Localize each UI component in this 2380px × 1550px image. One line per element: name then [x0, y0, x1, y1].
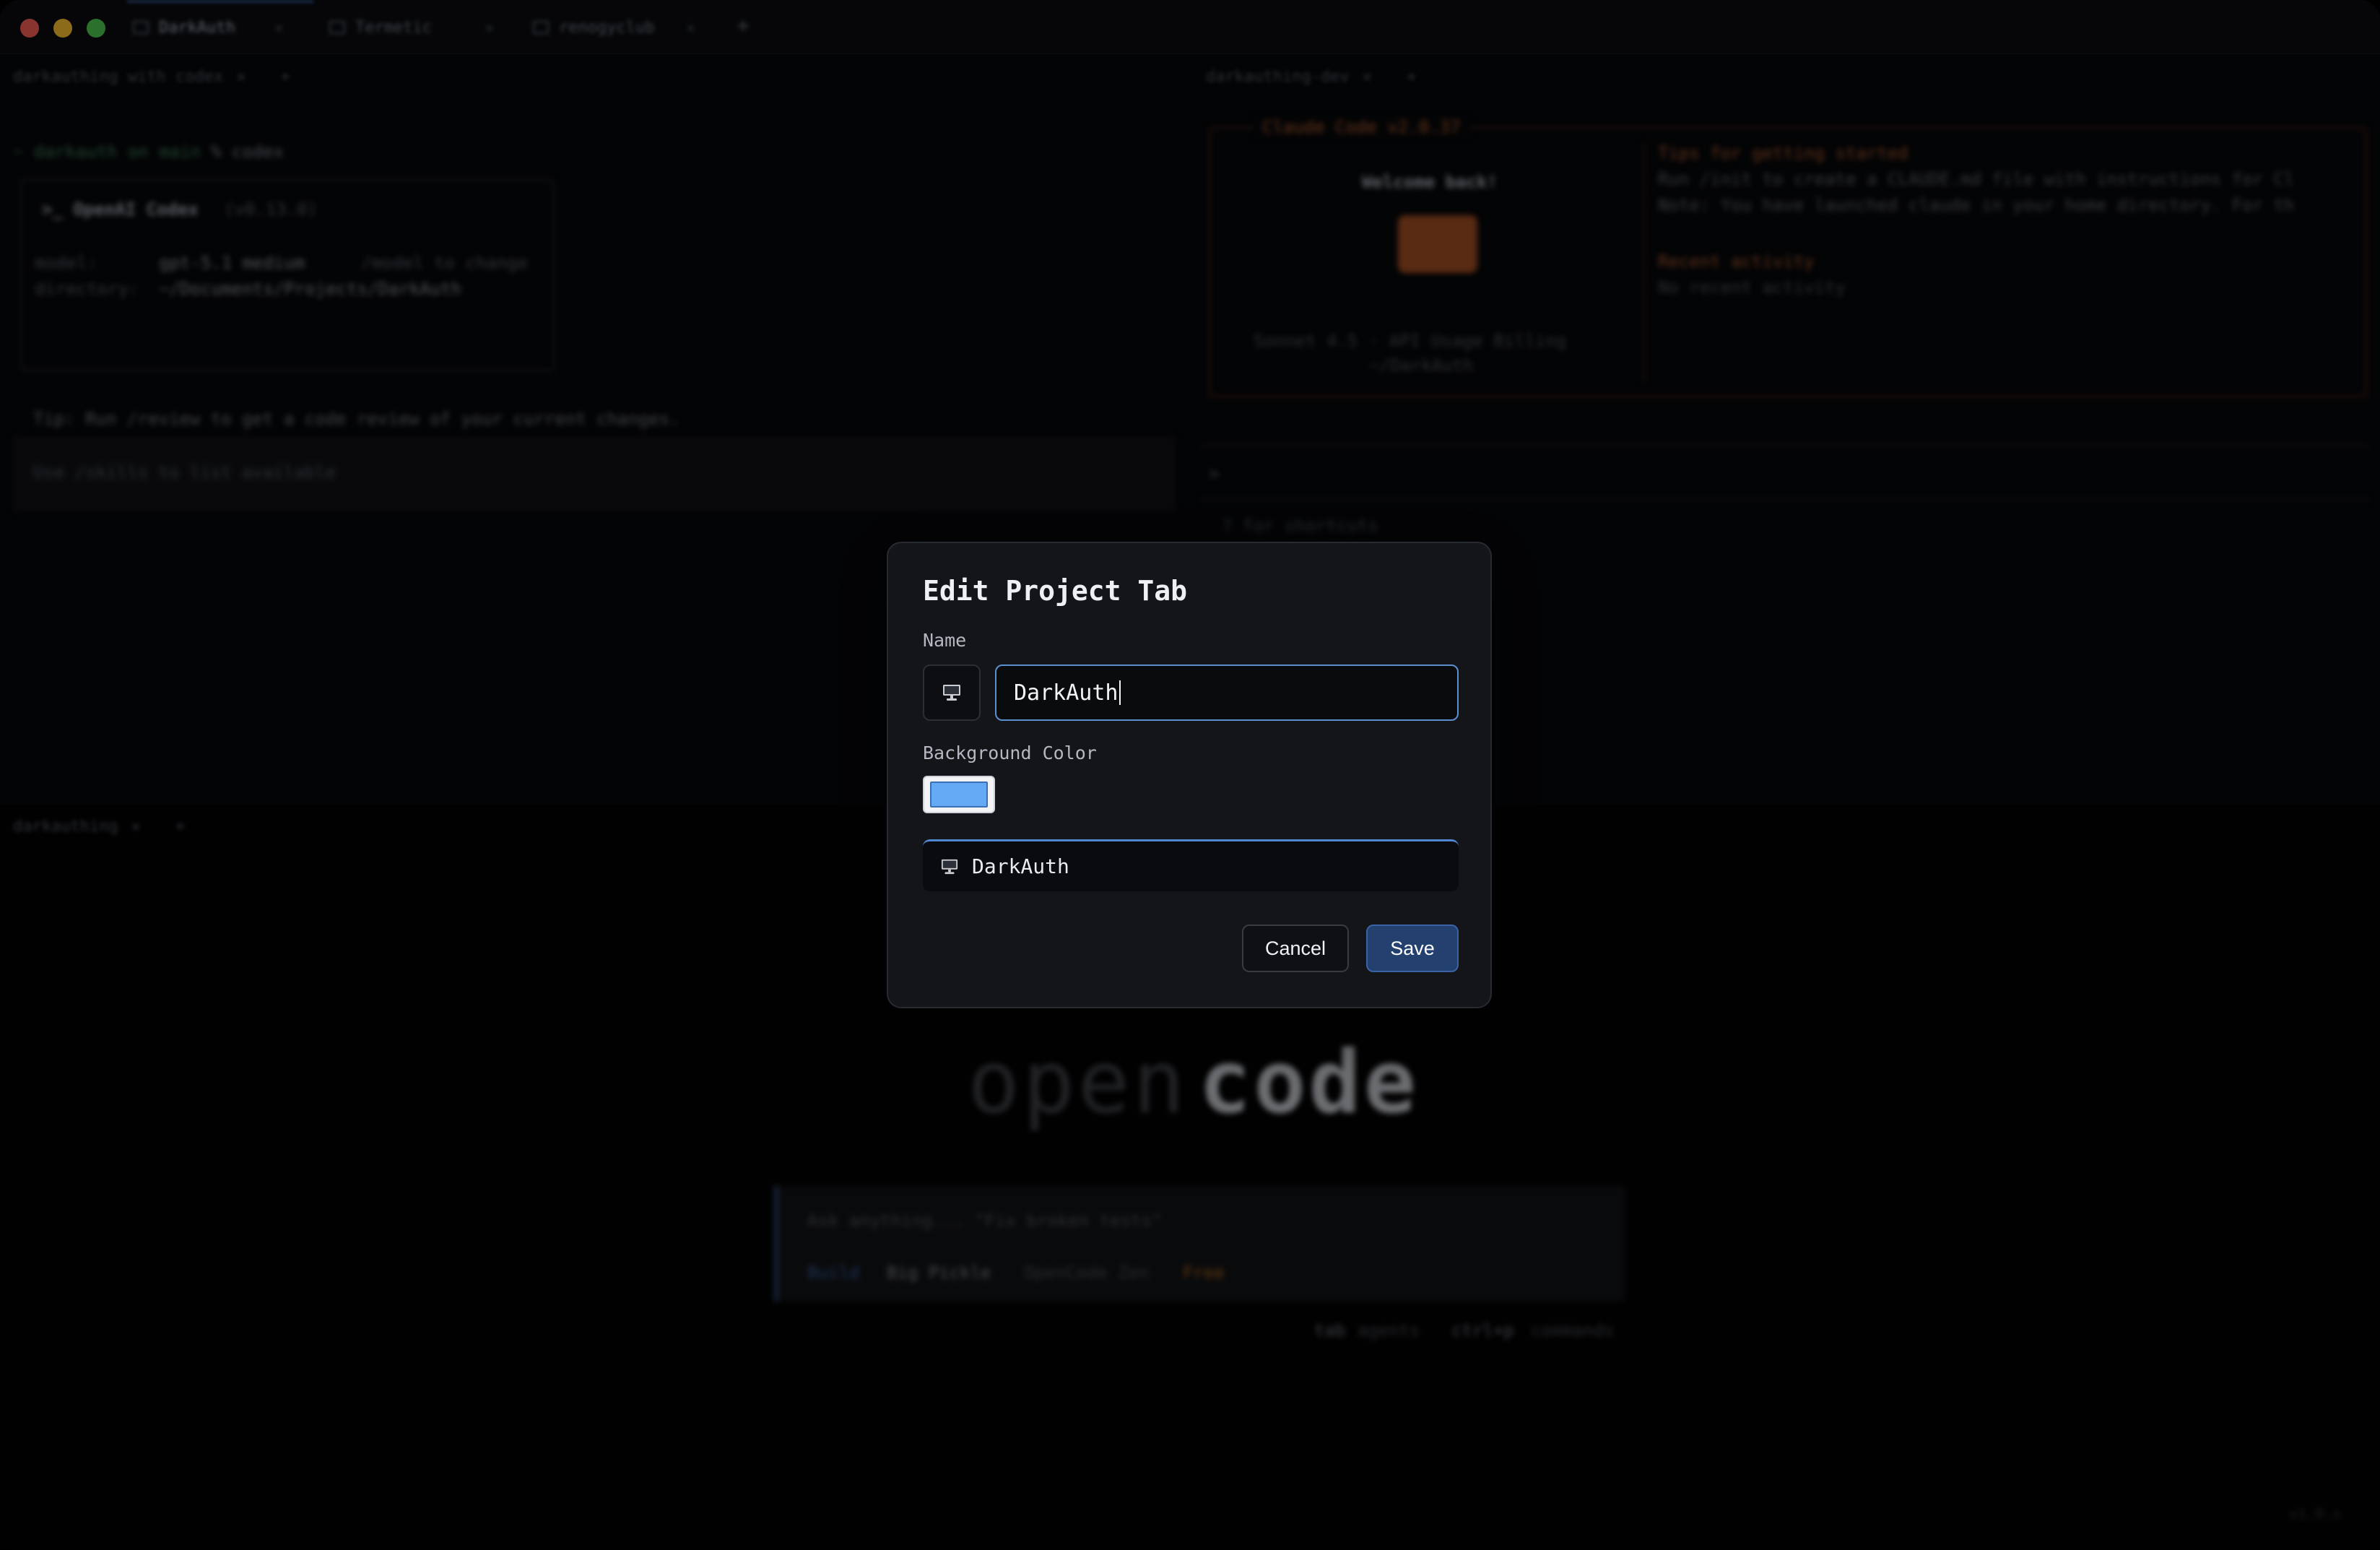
dialog-title: Edit Project Tab: [923, 575, 1188, 607]
monitor-icon: [941, 859, 958, 874]
name-input-value: DarkAuth: [1014, 680, 1119, 706]
color-swatch: [930, 782, 988, 808]
background-color-label: Background Color: [923, 742, 1097, 763]
cancel-button[interactable]: Cancel: [1242, 925, 1349, 972]
text-caret: [1119, 680, 1121, 705]
edit-project-tab-dialog: Edit Project Tab Name DarkAuth Backgroun…: [887, 542, 1492, 1008]
background-color-picker[interactable]: [923, 776, 995, 813]
app-window: DarkAuth ✕ Termetic ✕ renogyclub ✕ + dar…: [0, 0, 2380, 1550]
name-input[interactable]: DarkAuth: [995, 664, 1459, 721]
tab-preview-label: DarkAuth: [972, 854, 1069, 878]
name-label: Name: [923, 630, 967, 651]
tab-icon-picker-button[interactable]: [923, 664, 981, 721]
save-button[interactable]: Save: [1366, 925, 1459, 972]
monitor-icon: [943, 685, 960, 701]
tab-preview: DarkAuth: [923, 839, 1459, 891]
